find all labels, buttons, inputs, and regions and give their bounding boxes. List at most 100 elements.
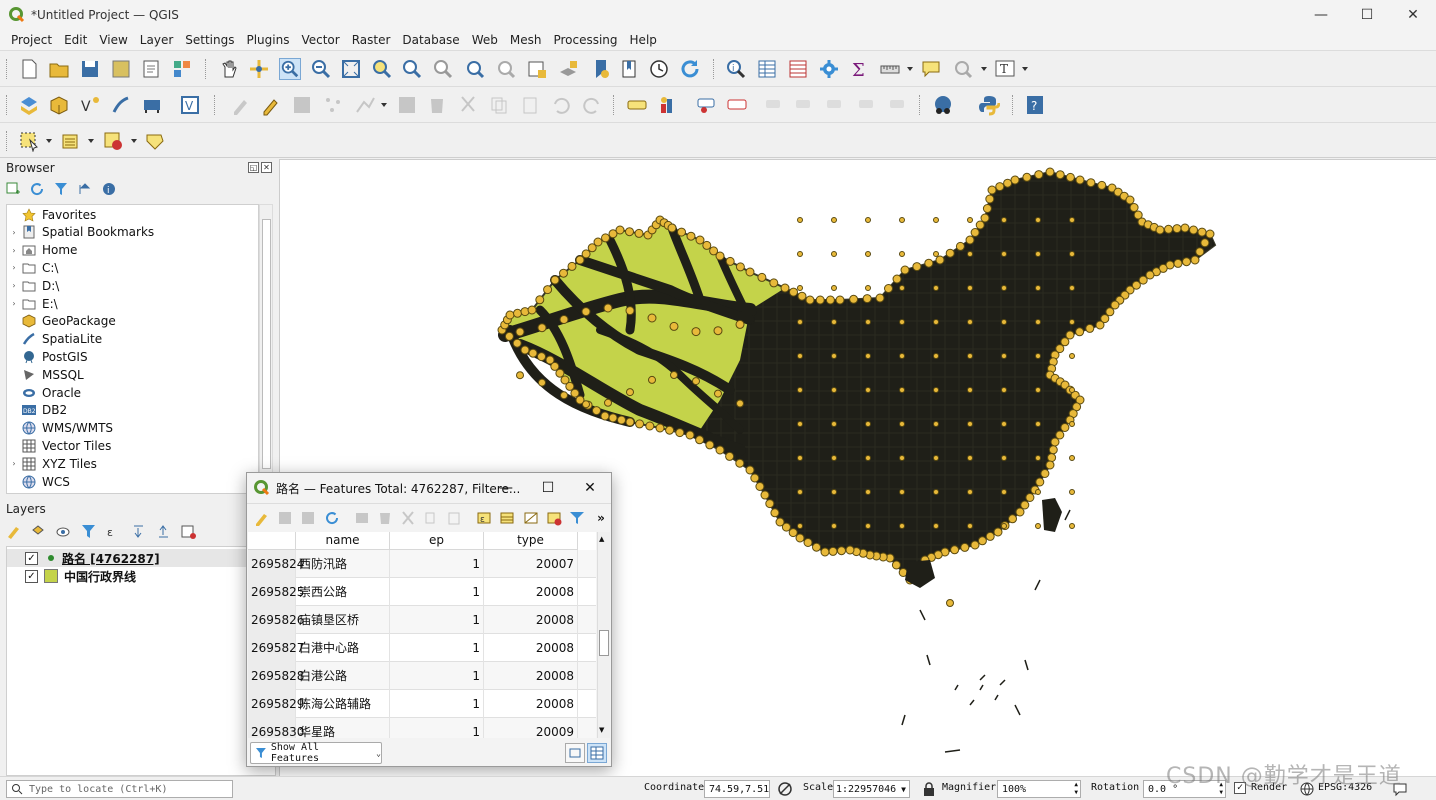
vertex-dropdown-icon[interactable] xyxy=(381,103,387,107)
menu-plugins[interactable]: Plugins xyxy=(239,33,296,47)
python-console-icon[interactable] xyxy=(978,94,1000,116)
delete-selected-icon[interactable] xyxy=(426,94,448,116)
dialog-maximize-button[interactable]: ☐ xyxy=(527,473,569,503)
identify-icon[interactable]: i xyxy=(725,58,747,80)
browser-item-oracle[interactable]: Oracle xyxy=(7,384,257,401)
refresh-icon[interactable] xyxy=(679,58,701,80)
close-panel-button[interactable]: ✕ xyxy=(261,162,272,173)
select-all-icon[interactable] xyxy=(498,509,516,527)
scrollbar-thumb[interactable] xyxy=(599,630,609,656)
menu-web[interactable]: Web xyxy=(465,33,505,47)
temporal-controller-icon[interactable] xyxy=(648,58,670,80)
type-cell[interactable]: 20008 xyxy=(484,578,578,606)
type-cell[interactable]: 20008 xyxy=(484,690,578,718)
menu-project[interactable]: Project xyxy=(4,33,59,47)
deselect-dropdown-icon[interactable] xyxy=(131,139,137,143)
mouse-coords-toggle-icon[interactable] xyxy=(777,781,793,800)
map-tips-icon[interactable] xyxy=(920,58,942,80)
table-row[interactable]: 2695827 白港中心路 1 20008 xyxy=(248,634,596,662)
new-3d-view-icon[interactable] xyxy=(557,58,579,80)
attribute-grid-scrollbar[interactable]: ▲ ▼ xyxy=(597,532,610,738)
select-by-value-icon[interactable] xyxy=(60,130,82,152)
new-bookmark-icon[interactable] xyxy=(590,58,612,80)
type-cell[interactable]: 20009 xyxy=(484,718,578,738)
paste-icon[interactable] xyxy=(445,509,463,527)
menu-processing[interactable]: Processing xyxy=(546,33,624,47)
annotation-icon[interactable] xyxy=(952,58,974,80)
open-project-icon[interactable] xyxy=(48,58,70,80)
minimize-button[interactable]: — xyxy=(1298,0,1344,30)
refresh-icon[interactable] xyxy=(28,180,46,198)
lock-scale-icon[interactable] xyxy=(922,781,936,800)
layer-visibility-checkbox[interactable]: ✓ xyxy=(25,551,38,565)
layer-visibility-checkbox[interactable]: ✓ xyxy=(25,569,38,583)
georeferencer-icon[interactable] xyxy=(932,94,954,116)
redo-icon[interactable] xyxy=(581,94,603,116)
row-id-cell[interactable]: 2695824 xyxy=(248,550,304,578)
scale-combo[interactable]: 1:22957046 ▼ xyxy=(833,780,910,798)
row-id-cell[interactable]: 2695825 xyxy=(248,578,304,606)
zoom-to-selection-icon[interactable] xyxy=(371,58,393,80)
diagram-icon[interactable] xyxy=(657,94,679,116)
new-memory-layer-icon[interactable]: V xyxy=(179,94,201,116)
column-header-ep[interactable]: ep xyxy=(390,532,484,550)
current-edits-icon[interactable] xyxy=(230,94,252,116)
zoom-last-icon[interactable] xyxy=(464,58,486,80)
ep-cell[interactable]: 1 xyxy=(390,606,484,634)
scrollbar-thumb[interactable] xyxy=(262,219,271,469)
move-label-icon[interactable] xyxy=(763,94,785,116)
table-view-button[interactable] xyxy=(587,743,607,763)
toolbar-grip[interactable] xyxy=(613,95,616,115)
invert-selection-icon[interactable] xyxy=(522,509,540,527)
float-panel-button[interactable]: ◱ xyxy=(248,162,259,173)
reload-icon[interactable] xyxy=(323,509,341,527)
zoom-to-layer-icon[interactable] xyxy=(401,58,423,80)
toolbar-grip[interactable] xyxy=(919,95,922,115)
toolbar-grip[interactable] xyxy=(6,59,9,79)
measure-dropdown-icon[interactable] xyxy=(907,67,913,71)
pan-icon[interactable] xyxy=(218,58,240,80)
print-layout-icon[interactable] xyxy=(140,58,162,80)
zoom-next-icon[interactable] xyxy=(495,58,517,80)
name-cell[interactable]: 陈海公路辅路 xyxy=(296,690,390,718)
cut-icon[interactable] xyxy=(399,509,417,527)
browser-item-wcs[interactable]: WCS xyxy=(7,473,257,490)
text-annotation-dropdown-icon[interactable] xyxy=(1022,67,1028,71)
toolbar-grip[interactable] xyxy=(6,95,9,115)
type-cell[interactable]: 20008 xyxy=(484,606,578,634)
column-header-type[interactable]: type xyxy=(484,532,578,550)
coordinate-field[interactable]: 74.59,7.51 xyxy=(704,780,770,798)
menu-layer[interactable]: Layer xyxy=(133,33,180,47)
measure-icon[interactable] xyxy=(879,58,901,80)
new-project-icon[interactable] xyxy=(18,58,40,80)
browser-item-spatial-bookmarks[interactable]: › Spatial Bookmarks xyxy=(7,224,257,241)
rotate-label-icon[interactable] xyxy=(793,94,815,116)
data-source-manager-icon[interactable] xyxy=(18,94,40,116)
layer-item-roads[interactable]: ✓ 路名 [4762287] xyxy=(7,549,275,567)
menu-view[interactable]: View xyxy=(92,33,134,47)
name-cell[interactable]: 庙镇垦区桥 xyxy=(296,606,390,634)
new-spatialite-icon[interactable] xyxy=(110,94,132,116)
text-annotation-icon[interactable]: T xyxy=(994,58,1016,80)
table-row[interactable]: 2695828 白港公路 1 20008 xyxy=(248,662,596,690)
copy-features-icon[interactable] xyxy=(488,94,510,116)
expand-arrow-icon[interactable]: › xyxy=(7,263,21,272)
browser-item-postgis[interactable]: PostGIS xyxy=(7,348,257,365)
table-row[interactable]: 2695824 西防汛路 1 20007 xyxy=(248,550,596,578)
row-id-cell[interactable]: 2695830 xyxy=(248,718,304,738)
row-id-cell[interactable]: 2695828 xyxy=(248,662,304,690)
pan-to-selection-icon[interactable] xyxy=(248,58,270,80)
pin-labels-icon[interactable] xyxy=(696,94,718,116)
zoom-native-icon[interactable] xyxy=(432,58,454,80)
menu-raster[interactable]: Raster xyxy=(345,33,398,47)
select-features-icon[interactable] xyxy=(18,130,40,152)
paste-features-icon[interactable] xyxy=(519,94,541,116)
layer-item-boundary[interactable]: ✓ 中国行政界线 xyxy=(7,567,275,585)
deselect-all-icon[interactable] xyxy=(545,509,563,527)
locator-search-input[interactable]: Type to locate (Ctrl+K) xyxy=(6,780,233,798)
ep-cell[interactable]: 1 xyxy=(390,718,484,738)
modify-attributes-icon[interactable] xyxy=(396,94,418,116)
browser-item-db2[interactable]: DB2 DB2 xyxy=(7,402,257,419)
toolbar-grip[interactable] xyxy=(713,59,716,79)
collapse-all-layers-icon[interactable] xyxy=(154,522,172,540)
